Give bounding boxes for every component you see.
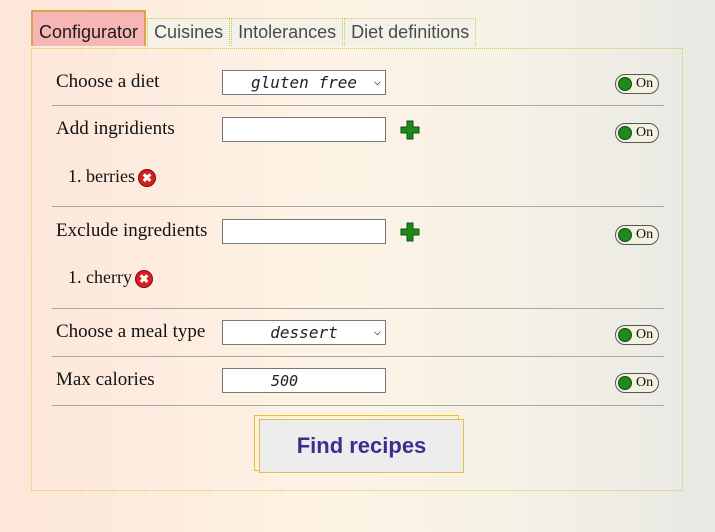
chevron-down-icon: ⌵ xyxy=(373,74,381,88)
list-item: 1. berries ✖ xyxy=(68,166,156,187)
meal-type-toggle-label: On xyxy=(636,327,654,342)
divider xyxy=(52,356,664,357)
max-calories-toggle-label: On xyxy=(636,375,654,390)
toggle-knob xyxy=(618,376,632,390)
divider xyxy=(52,405,664,406)
max-calories-value: 500 xyxy=(271,372,299,390)
meal-type-selected-value: dessert xyxy=(270,323,338,342)
diet-label: Choose a diet xyxy=(56,71,160,92)
divider xyxy=(52,308,664,309)
max-calories-label: Max calories xyxy=(56,369,155,390)
toggle-knob xyxy=(618,228,632,242)
plus-icon[interactable] xyxy=(400,222,420,242)
plus-icon[interactable] xyxy=(400,120,420,140)
list-item: 1. cherry ✖ xyxy=(68,267,153,288)
exclude-ingredient-input[interactable] xyxy=(222,219,386,244)
add-ingredients-toggle[interactable]: On xyxy=(615,123,659,143)
add-ingredients-toggle-label: On xyxy=(636,125,654,140)
exclude-ingredients-toggle-label: On xyxy=(636,227,654,242)
ingredient-name: 1. berries xyxy=(68,166,135,186)
tab-cuisines[interactable]: Cuisines xyxy=(147,18,231,46)
find-recipes-label: Find recipes xyxy=(259,419,464,473)
meal-type-row: Choose a meal type dessert ⌵ On xyxy=(52,319,664,349)
chevron-down-icon: ⌵ xyxy=(373,324,381,338)
tab-diet-definitions[interactable]: Diet definitions xyxy=(344,18,477,46)
tab-configurator[interactable]: Configurator xyxy=(31,10,147,46)
diet-select[interactable]: gluten free ⌵ xyxy=(222,70,386,95)
add-ingredients-label: Add ingridients xyxy=(56,118,175,139)
add-ingredient-input[interactable] xyxy=(222,117,386,142)
diet-toggle-label: On xyxy=(636,76,654,91)
add-ingredients-row: Add ingridients On 1. berries ✖ xyxy=(52,115,664,211)
ingredient-name: 1. cherry xyxy=(68,267,132,287)
divider xyxy=(52,105,664,106)
max-calories-row: Max calories 500 On xyxy=(52,367,664,397)
max-calories-toggle[interactable]: On xyxy=(615,373,659,393)
tab-bar: Configurator Cuisines Intolerances Diet … xyxy=(31,10,477,46)
toggle-knob xyxy=(618,77,632,91)
toggle-knob xyxy=(618,328,632,342)
exclude-ingredients-row: Exclude ingredients On 1. cherry ✖ xyxy=(52,217,664,313)
meal-type-toggle[interactable]: On xyxy=(615,325,659,345)
max-calories-input[interactable]: 500 xyxy=(222,368,386,393)
find-recipes-button[interactable]: Find recipes xyxy=(254,415,464,473)
toggle-knob xyxy=(618,126,632,140)
diet-row: Choose a diet gluten free ⌵ On xyxy=(52,69,664,99)
meal-type-label: Choose a meal type xyxy=(56,321,206,342)
tab-intolerances[interactable]: Intolerances xyxy=(231,18,344,46)
remove-icon[interactable]: ✖ xyxy=(137,168,156,187)
divider xyxy=(52,206,664,207)
exclude-ingredients-toggle[interactable]: On xyxy=(615,225,659,245)
meal-type-select[interactable]: dessert ⌵ xyxy=(222,320,386,345)
diet-selected-value: gluten free xyxy=(251,73,357,92)
configurator-panel: Choose a diet gluten free ⌵ On Add ingri… xyxy=(31,48,683,491)
exclude-ingredients-label: Exclude ingredients xyxy=(56,220,208,241)
diet-toggle[interactable]: On xyxy=(615,74,659,94)
remove-icon[interactable]: ✖ xyxy=(134,269,153,288)
